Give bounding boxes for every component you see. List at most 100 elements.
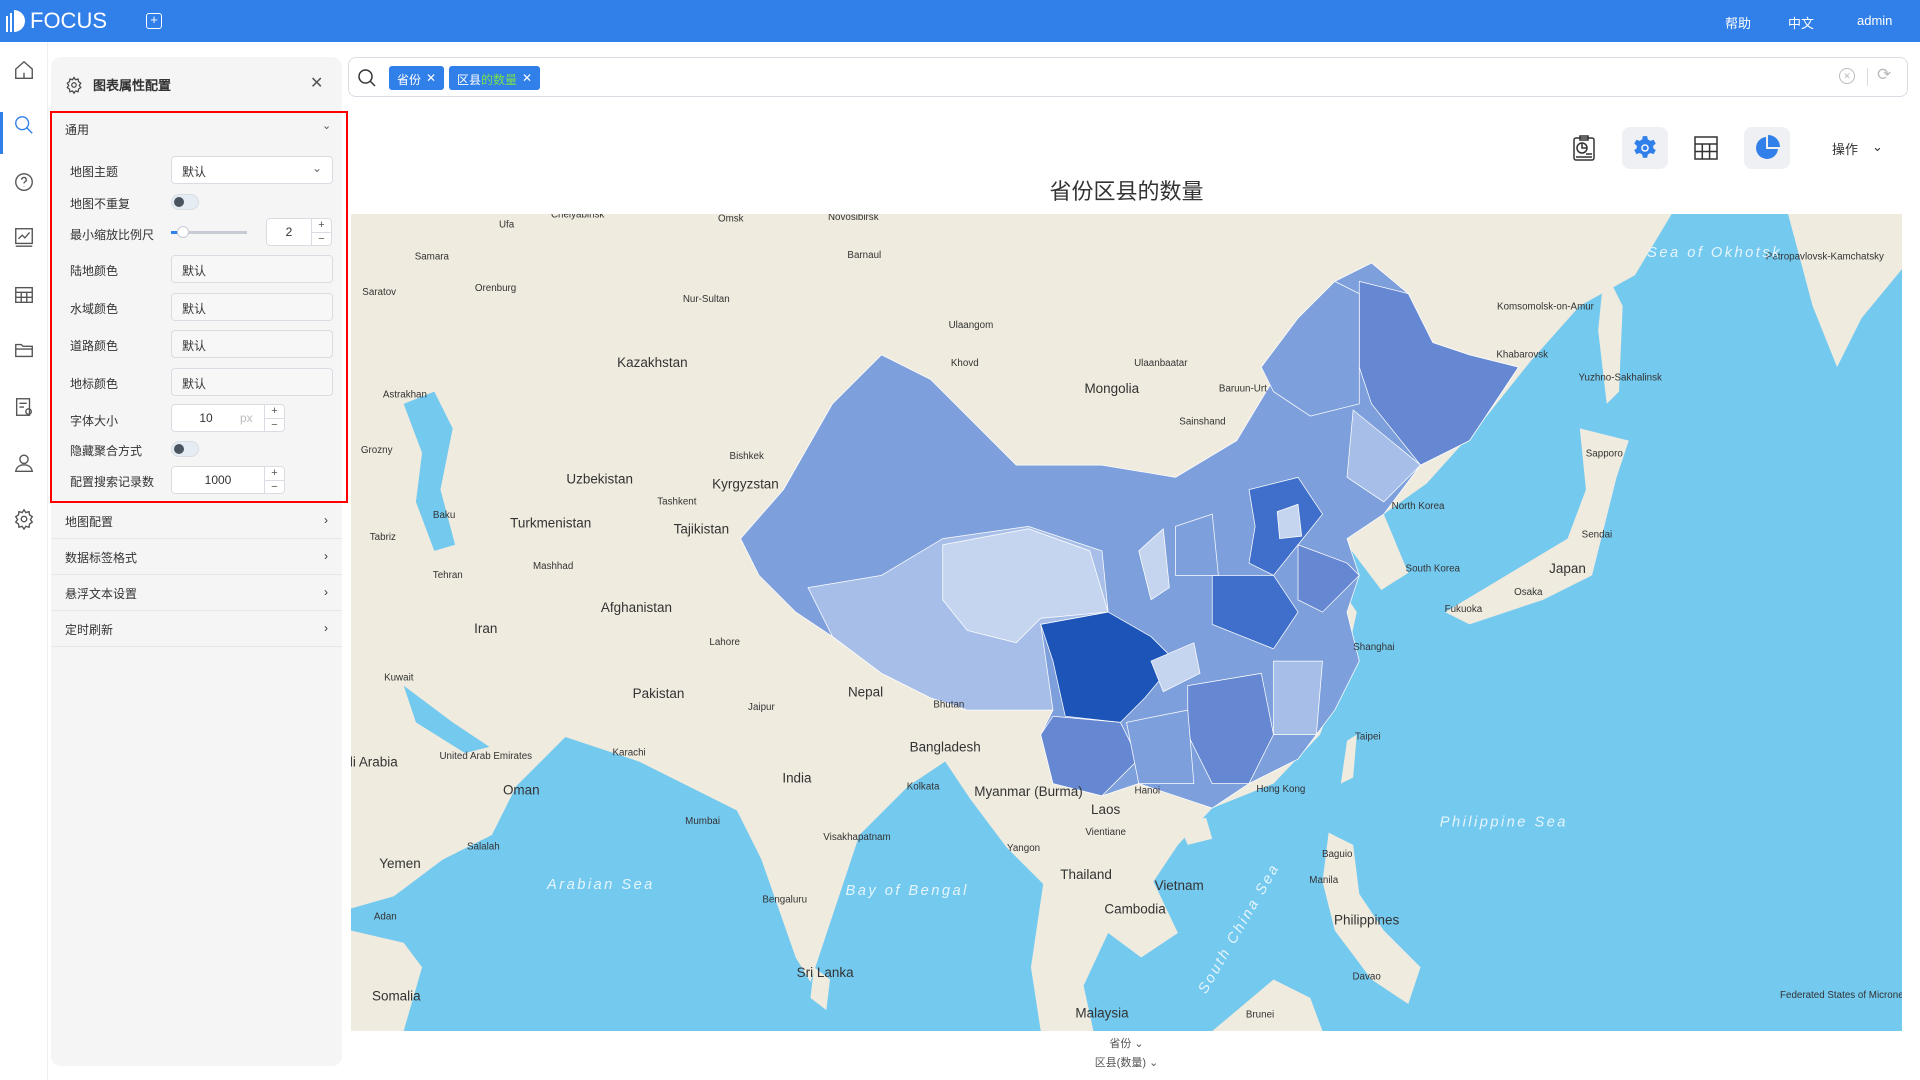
chevron-down-icon[interactable]: ⌄ (322, 119, 331, 132)
nav-report-settings-button[interactable] (10, 393, 38, 421)
section-label: 数据标签格式 (65, 551, 138, 565)
road-color-input[interactable]: 默认 (171, 330, 333, 358)
y-field-label: 区县(数量) (1094, 1057, 1147, 1069)
nav-folder-button[interactable] (10, 336, 38, 364)
section-collapsed[interactable]: 悬浮文本设置 › (51, 575, 342, 611)
y-field-selector[interactable]: 区县(数量) ⌄ (351, 1054, 1902, 1070)
map-label: Sendai (1582, 529, 1613, 540)
section-collapsed[interactable]: 定时刷新 › (51, 611, 342, 647)
map-label: Oman (503, 783, 540, 798)
table-view-button[interactable] (1683, 127, 1729, 169)
clear-icon[interactable]: ✕ (1839, 68, 1855, 84)
section-label: 地图配置 (65, 515, 114, 529)
map-label: Malaysia (1075, 1006, 1129, 1021)
table-icon (15, 286, 33, 304)
folder-icon (15, 343, 33, 358)
logo-icon (6, 10, 25, 32)
user-menu[interactable]: admin (1857, 13, 1892, 28)
nav-table-button[interactable] (10, 281, 38, 309)
land-color-input[interactable]: 默认 (171, 255, 333, 283)
map-label: United Arab Emirates (439, 751, 532, 762)
actions-dropdown[interactable]: 操作 ⌄ (1832, 139, 1883, 158)
font-size-stepper[interactable]: 10 px + − (171, 404, 285, 432)
min-zoom-stepper[interactable]: 2 + − (266, 218, 332, 246)
chart-settings-button[interactable] (1622, 127, 1668, 169)
chevron-right-icon: › (324, 549, 328, 563)
nav-home-button[interactable] (10, 56, 38, 84)
chart-info-button[interactable] (1561, 127, 1607, 169)
map-label: Mumbai (685, 816, 720, 827)
nav-chart-button[interactable] (10, 223, 38, 251)
close-icon[interactable]: ✕ (310, 73, 323, 93)
slider-handle[interactable] (177, 226, 189, 238)
divider (1867, 68, 1868, 86)
map-label: Myanmar (Burma) (974, 784, 1083, 799)
chevron-down-icon: ⌄ (311, 161, 322, 175)
search-records-label: 配置搜索记录数 (70, 475, 155, 489)
x-field-selector[interactable]: 省份 ⌄ (351, 1035, 1902, 1051)
refresh-icon[interactable]: ⟳ (1877, 65, 1891, 85)
map-label: Hanoi (1135, 785, 1161, 796)
map-label: Bay of Bengal (846, 883, 969, 899)
map-label: Salalah (467, 842, 500, 853)
search-bar[interactable]: 省份 ✕ 区县的数量 ✕ ✕ ⟳ (348, 57, 1908, 97)
min-zoom-slider[interactable] (171, 226, 247, 238)
hide-agg-toggle[interactable] (171, 441, 199, 457)
map-label: Sapporo (1586, 449, 1624, 460)
map-label: Vietnam (1155, 878, 1204, 893)
search-icon (358, 69, 376, 87)
choropleth-map[interactable]: Chelyabinsk Omsk Novosibirsk Ufa Samara Barna… (351, 214, 1902, 1031)
water-color-input[interactable]: 默认 (171, 293, 333, 321)
min-zoom-value: 2 (285, 225, 293, 239)
section-general-label[interactable]: 通用 (65, 121, 89, 138)
chevron-down-icon: ⌄ (1872, 139, 1883, 154)
min-zoom-label: 最小缩放比例尺 (70, 228, 155, 242)
close-icon[interactable]: ✕ (522, 71, 532, 85)
map-label: Karachi (612, 747, 645, 758)
map-label: Somalia (372, 988, 421, 1003)
map-label: Federated States of Micronesia (1780, 990, 1902, 1001)
add-tab-icon[interactable]: + (146, 13, 162, 29)
search-tag-count[interactable]: 区县的数量 ✕ (449, 66, 541, 90)
decrement-button[interactable]: − (265, 417, 284, 432)
gear-icon (1634, 136, 1656, 158)
nav-help-button[interactable] (10, 168, 38, 196)
chevron-right-icon: › (324, 513, 328, 527)
map-label: Ulaangom (949, 320, 994, 331)
section-label: 定时刷新 (65, 623, 114, 637)
section-collapsed[interactable]: 地图配置 › (51, 503, 342, 539)
search-records-stepper[interactable]: 1000 + − (171, 466, 285, 494)
decrement-button[interactable]: − (265, 479, 284, 494)
map-label: Laos (1091, 802, 1120, 817)
section-collapsed[interactable]: 数据标签格式 › (51, 539, 342, 575)
nav-search-button[interactable] (10, 111, 38, 139)
map-label: Novosibirsk (828, 214, 879, 223)
focus-logo[interactable]: FOCUS (6, 8, 107, 34)
pie-chart-button[interactable] (1744, 127, 1790, 169)
nav-user-button[interactable] (10, 449, 38, 477)
landmark-color-input[interactable]: 默认 (171, 368, 333, 396)
nav-settings-button[interactable] (10, 505, 38, 533)
map-theme-select[interactable]: 默认 ⌄ (171, 156, 333, 184)
map-label: Bhutan (933, 700, 964, 711)
close-icon[interactable]: ✕ (426, 71, 436, 85)
map-label: Baruun-Urt (1219, 384, 1267, 395)
land-color-label: 陆地颜色 (70, 264, 119, 278)
map-label: Astrakhan (383, 390, 427, 401)
increment-button[interactable]: + (312, 219, 331, 232)
map-label: Petropavlovsk-Kamchatsky (1766, 251, 1884, 262)
home-icon (15, 60, 33, 79)
map-label: Grozny (361, 445, 393, 456)
language-link[interactable]: 中文 (1788, 13, 1814, 32)
decrement-button[interactable]: − (312, 231, 331, 246)
search-records-value: 1000 (204, 473, 232, 487)
help-link[interactable]: 帮助 (1725, 13, 1751, 32)
map-label: Bangladesh (910, 740, 981, 755)
map-label: Tehran (433, 570, 463, 581)
province-region[interactable] (1273, 660, 1323, 735)
increment-button[interactable]: + (265, 405, 284, 418)
no-repeat-toggle[interactable] (171, 194, 199, 210)
search-tag-province[interactable]: 省份 ✕ (389, 66, 445, 90)
increment-button[interactable]: + (265, 467, 284, 480)
province-region[interactable] (1126, 709, 1195, 784)
